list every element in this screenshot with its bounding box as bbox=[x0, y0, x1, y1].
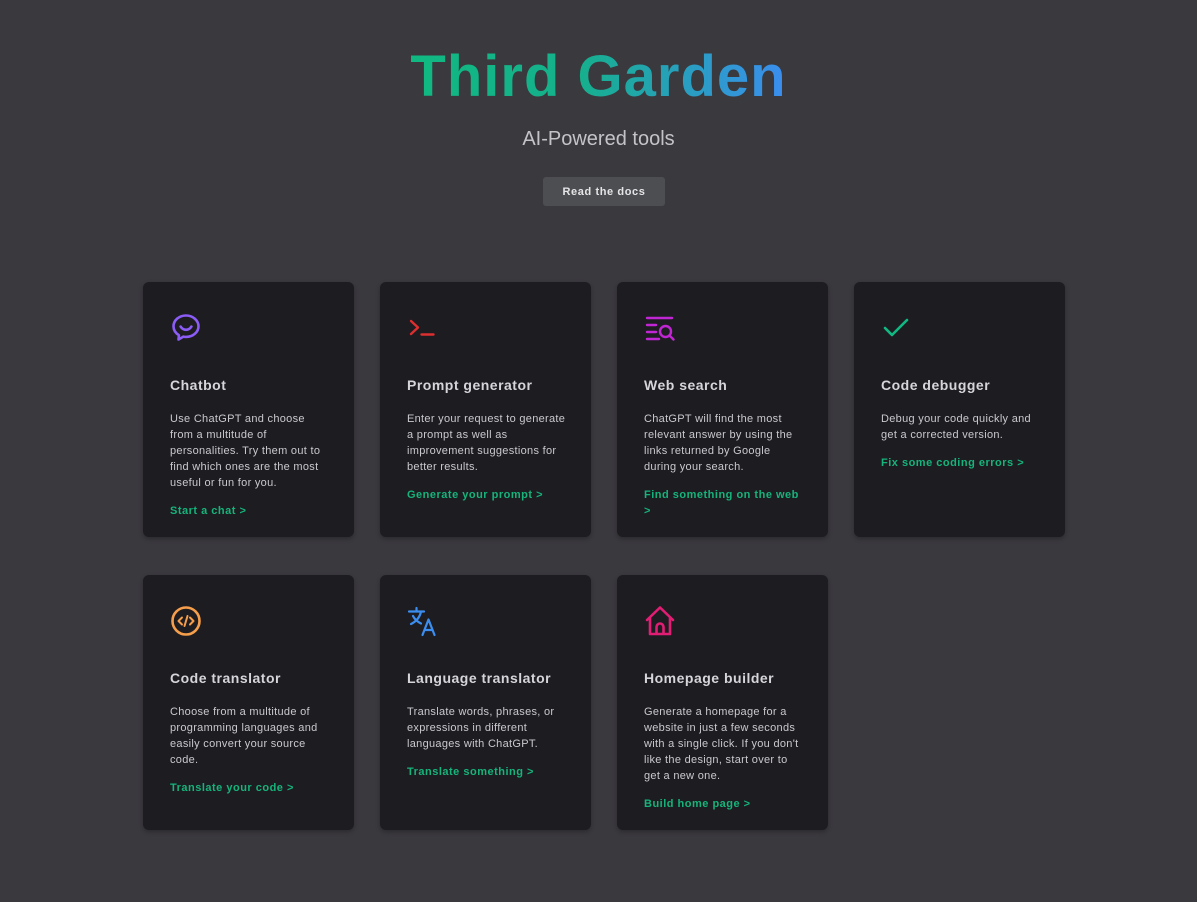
web-search-link[interactable]: Find something on the web > bbox=[644, 487, 804, 519]
title-text: Third Garden bbox=[410, 44, 787, 109]
fix-code-link[interactable]: Fix some coding errors > bbox=[881, 455, 1041, 471]
tool-name: Homepage builder bbox=[644, 670, 775, 686]
page-title: Third Garden bbox=[0, 44, 1197, 110]
tool-name: Code translator bbox=[170, 670, 281, 686]
tool-card-code-translator: Code translator Choose from a multitude … bbox=[143, 575, 354, 830]
tool-name: Web search bbox=[644, 377, 728, 393]
tool-card-web-search: Web search ChatGPT will find the most re… bbox=[617, 282, 828, 537]
page: Third Garden AI-Powered tools Read the d… bbox=[0, 0, 1197, 902]
tool-card-prompt-generator: Prompt generator Enter your request to g… bbox=[380, 282, 591, 537]
tool-description: Debug your code quickly and get a correc… bbox=[881, 413, 1031, 441]
tool-description: ChatGPT will find the most relevant answ… bbox=[644, 413, 793, 473]
tool-description: Use ChatGPT and choose from a multitude … bbox=[170, 413, 321, 489]
tool-card-chatbot: Chatbot Use ChatGPT and choose from a mu… bbox=[143, 282, 354, 537]
start-chat-link[interactable]: Start a chat > bbox=[170, 503, 330, 519]
translate-language-link[interactable]: Translate something > bbox=[407, 764, 567, 780]
code-circle-icon bbox=[167, 602, 205, 640]
list-search-icon bbox=[641, 309, 679, 347]
terminal-prompt-icon bbox=[404, 309, 442, 347]
page-subtitle: AI-Powered tools bbox=[522, 128, 675, 150]
tool-card-code-debugger: Code debugger Debug your code quickly an… bbox=[854, 282, 1065, 537]
chat-bubble-icon bbox=[167, 309, 205, 347]
tool-name: Code debugger bbox=[881, 377, 991, 393]
build-home-page-link[interactable]: Build home page > bbox=[644, 796, 804, 812]
tool-card-language-translator: Language translator Translate words, phr… bbox=[380, 575, 591, 830]
home-icon bbox=[641, 602, 679, 640]
translate-icon bbox=[404, 602, 442, 640]
tool-name: Prompt generator bbox=[407, 377, 533, 393]
checkmark-icon bbox=[878, 309, 916, 347]
tool-description: Enter your request to generate a prompt … bbox=[407, 413, 566, 473]
read-docs-button[interactable]: Read the docs bbox=[543, 177, 665, 206]
tool-name: Language translator bbox=[407, 670, 552, 686]
tool-description: Generate a homepage for a website in jus… bbox=[644, 706, 799, 782]
tool-description: Translate words, phrases, or expressions… bbox=[407, 706, 555, 750]
generate-prompt-link[interactable]: Generate your prompt > bbox=[407, 487, 567, 503]
tool-card-homepage-builder: Homepage builder Generate a homepage for… bbox=[617, 575, 828, 830]
tool-description: Choose from a multitude of programming l… bbox=[170, 706, 318, 766]
translate-code-link[interactable]: Translate your code > bbox=[170, 780, 330, 796]
tool-name: Chatbot bbox=[170, 377, 227, 393]
